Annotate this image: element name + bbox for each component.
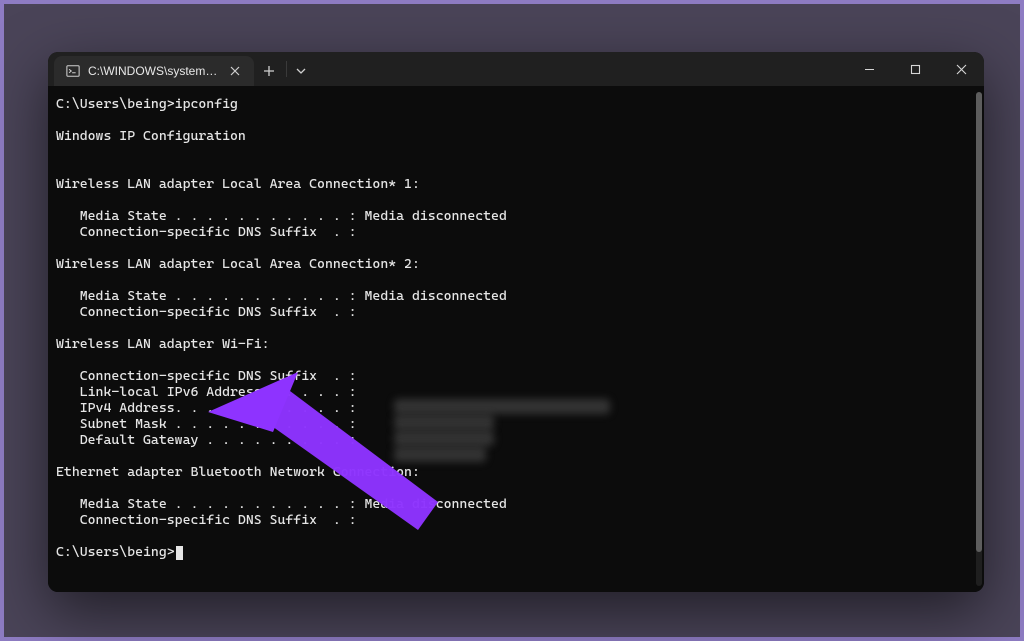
cmd-icon <box>66 64 80 78</box>
output-line: Media State . . . . . . . . . . . : Medi… <box>56 288 507 304</box>
output-line: Connection-specific DNS Suffix . : <box>56 512 357 528</box>
section-title: Ethernet adapter Bluetooth Network Conne… <box>56 464 420 480</box>
output-line: Connection-specific DNS Suffix . : <box>56 304 357 320</box>
titlebar-drag-region[interactable] <box>313 52 846 86</box>
prompt-line: C:\Users\being>ipconfig <box>56 96 238 112</box>
redacted-subnet <box>394 431 494 446</box>
scrollbar-thumb[interactable] <box>976 92 982 552</box>
close-icon <box>230 66 240 76</box>
cursor <box>176 546 183 560</box>
output-line: Subnet Mask . . . . . . . . . . . : <box>56 416 365 432</box>
redacted-gateway <box>394 447 486 462</box>
window-close-button[interactable] <box>938 52 984 86</box>
output-line: Default Gateway . . . . . . . . . : <box>56 432 365 448</box>
plus-icon <box>263 65 275 77</box>
output-line: Connection-specific DNS Suffix . : <box>56 368 357 384</box>
output-line: Media State . . . . . . . . . . . : Medi… <box>56 496 507 512</box>
minimize-button[interactable] <box>846 52 892 86</box>
window-controls <box>846 52 984 86</box>
section-title: Wireless LAN adapter Wi-Fi: <box>56 336 270 352</box>
output-line: Media State . . . . . . . . . . . : Medi… <box>56 208 507 224</box>
terminal-body[interactable]: C:\Users\being>ipconfig Windows IP Confi… <box>48 86 984 592</box>
ipconfig-header: Windows IP Configuration <box>56 128 246 144</box>
section-title: Wireless LAN adapter Local Area Connecti… <box>56 176 420 192</box>
terminal-window: C:\WINDOWS\system32\cmd. <box>48 52 984 592</box>
window-titlebar[interactable]: C:\WINDOWS\system32\cmd. <box>48 52 984 86</box>
page-background: C:\WINDOWS\system32\cmd. <box>0 0 1024 641</box>
output-line: IPv4 Address. . . . . . . . . . . : <box>56 400 365 416</box>
redacted-ipv4 <box>394 415 494 430</box>
redacted-ipv6 <box>394 399 610 414</box>
maximize-button[interactable] <box>892 52 938 86</box>
section-title: Wireless LAN adapter Local Area Connecti… <box>56 256 420 272</box>
tab-close-button[interactable] <box>226 62 244 80</box>
terminal-output: C:\Users\being>ipconfig Windows IP Confi… <box>56 96 972 560</box>
final-prompt: C:\Users\being> <box>56 544 175 560</box>
chevron-down-icon <box>296 66 306 76</box>
tab-cmd[interactable]: C:\WINDOWS\system32\cmd. <box>54 56 254 86</box>
tab-dropdown-button[interactable] <box>289 56 313 86</box>
tab-title: C:\WINDOWS\system32\cmd. <box>88 64 218 78</box>
output-line: Link-local IPv6 Address . . . . . : <box>56 384 365 400</box>
output-line: Connection-specific DNS Suffix . : <box>56 224 357 240</box>
new-tab-button[interactable] <box>254 56 284 86</box>
maximize-icon <box>910 64 921 75</box>
close-icon <box>956 64 967 75</box>
minimize-icon <box>864 64 875 75</box>
terminal-scrollbar[interactable] <box>976 92 982 586</box>
